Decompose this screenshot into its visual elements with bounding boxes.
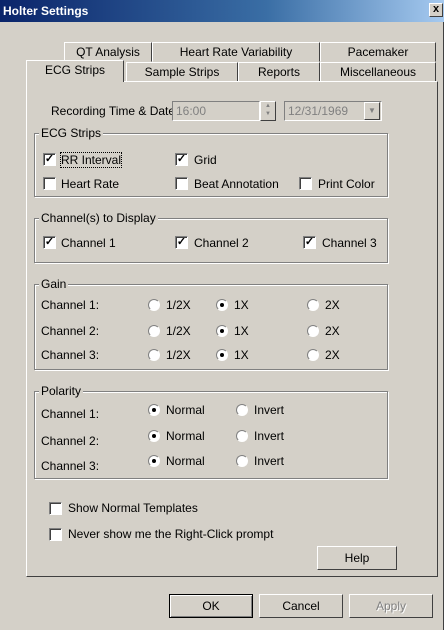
gain-ch3-2x-radio[interactable] [307,349,319,361]
polarity-ch1-normal-label: Normal [166,403,205,417]
gain-ch3-1x-label: 1X [234,348,249,362]
grid-checkbox[interactable]: ✓ [175,153,188,166]
holter-settings-dialog: Holter Settings x QT Analysis Heart Rate… [0,0,444,630]
recording-time-date-label: Recording Time & Date: [51,104,179,118]
gain-ch1-half-label: 1/2X [166,298,191,312]
gain-ch1-2x-label: 2X [325,298,340,312]
recording-time-field[interactable]: 16:00 [172,101,260,121]
polarity-group-title: Polarity [39,384,84,398]
polarity-ch2-invert-label: Invert [254,429,285,443]
gain-channel-1-label: Channel 1: [41,298,100,312]
show-normal-templates-checkbox[interactable] [49,502,62,515]
heart-rate-checkbox[interactable] [43,177,56,190]
polarity-ch1-normal-radio[interactable] [148,404,160,416]
channel-3-label: Channel 3 [322,236,377,250]
polarity-channel-3-label: Channel 3: [41,459,100,473]
gain-channel-3-label: Channel 3: [41,348,100,362]
gain-ch2-1x-label: 1X [234,324,249,338]
heart-rate-label: Heart Rate [61,177,120,191]
tab-pacemaker[interactable]: Pacemaker [320,42,436,62]
gain-ch1-half-radio[interactable] [148,299,160,311]
channel-1-label: Channel 1 [61,236,116,250]
tab-ecg-strips-label: ECG Strips [44,63,105,77]
polarity-ch3-normal-radio[interactable] [148,455,160,467]
chevron-down-icon[interactable]: ▼ [364,102,380,120]
gain-ch2-half-radio[interactable] [148,325,160,337]
print-color-checkbox[interactable] [299,177,312,190]
polarity-ch1-invert-radio[interactable] [236,404,248,416]
polarity-ch3-normal-label: Normal [166,454,205,468]
tab-sample-strips[interactable]: Sample Strips [126,62,238,82]
beat-annotation-checkbox[interactable] [175,177,188,190]
title-bar: Holter Settings x [0,0,444,22]
gain-ch1-1x-label: 1X [234,298,249,312]
apply-button[interactable]: Apply [349,594,433,618]
ok-button[interactable]: OK [169,594,253,618]
polarity-ch1-invert-label: Invert [254,403,285,417]
never-show-prompt-label: Never show me the Right-Click prompt [68,527,274,541]
tab-ecg-strips[interactable]: ECG Strips [26,60,124,82]
time-spinner[interactable]: ▲ ▼ [260,101,276,121]
rr-interval-label: RR Interval [59,152,123,168]
polarity-ch3-invert-label: Invert [254,454,285,468]
gain-ch1-2x-radio[interactable] [307,299,319,311]
ok-button-label: OK [202,599,220,613]
polarity-ch2-normal-radio[interactable] [148,430,160,442]
gain-ch1-1x-radio[interactable] [216,299,228,311]
tab-reports[interactable]: Reports [238,62,320,82]
gain-ch3-2x-label: 2X [325,348,340,362]
gain-ch3-half-label: 1/2X [166,348,191,362]
channel-2-label: Channel 2 [194,236,249,250]
rr-interval-checkbox[interactable]: ✓ [43,153,56,166]
tab-qt-analysis[interactable]: QT Analysis [64,42,152,62]
polarity-ch2-normal-label: Normal [166,429,205,443]
channel-2-checkbox[interactable]: ✓ [175,236,188,249]
show-normal-templates-label: Show Normal Templates [68,501,198,515]
gain-group-title: Gain [39,277,69,291]
polarity-channel-2-label: Channel 2: [41,434,100,448]
polarity-ch2-invert-radio[interactable] [236,430,248,442]
never-show-prompt-checkbox[interactable] [49,528,62,541]
ecg-strips-panel: Recording Time & Date: 16:00 ▲ ▼ 12/31/19… [26,81,438,577]
help-button[interactable]: Help [317,546,397,570]
channel-3-checkbox[interactable]: ✓ [303,236,316,249]
gain-channel-2-label: Channel 2: [41,324,100,338]
polarity-channel-1-label: Channel 1: [41,407,100,421]
gain-ch3-half-radio[interactable] [148,349,160,361]
ecg-strips-group-title: ECG Strips [39,126,104,140]
gain-ch2-half-label: 1/2X [166,324,191,338]
channel-1-checkbox[interactable]: ✓ [43,236,56,249]
window-title: Holter Settings [3,4,89,18]
gain-ch2-2x-radio[interactable] [307,325,319,337]
tab-heart-rate-variability[interactable]: Heart Rate Variability [152,42,320,62]
gain-ch2-1x-radio[interactable] [216,325,228,337]
close-button[interactable]: x [429,3,443,17]
beat-annotation-label: Beat Annotation [194,177,279,191]
cancel-button[interactable]: Cancel [259,594,343,618]
grid-label: Grid [194,153,217,167]
channels-group-title: Channel(s) to Display [39,211,158,225]
tab-miscellaneous[interactable]: Miscellaneous [320,62,436,82]
gain-ch2-2x-label: 2X [325,324,340,338]
polarity-ch3-invert-radio[interactable] [236,455,248,467]
gain-ch3-1x-radio[interactable] [216,349,228,361]
print-color-label: Print Color [318,177,375,191]
